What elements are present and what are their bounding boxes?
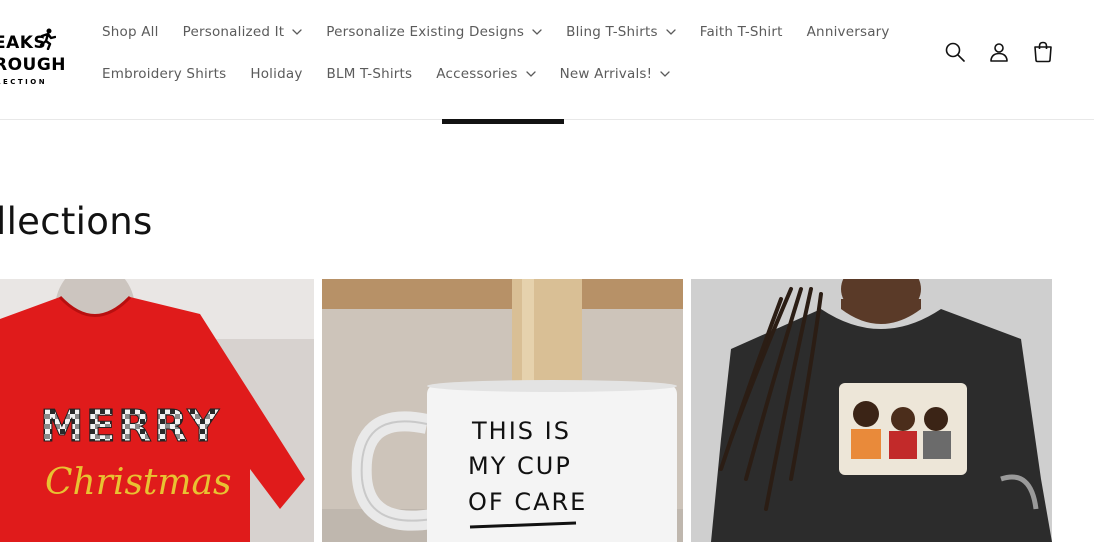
nav-row-2: Embroidery Shirts Holiday BLM T-Shirts Acce… [90,58,880,90]
nav-item-label: Accessories [436,66,518,82]
header-icons [944,40,1054,64]
chevron-down-icon [532,29,542,35]
nav-item-faith-t-shirt[interactable]: Faith T-Shirt [688,16,795,48]
nav-item-label: Personalize Existing Designs [326,24,525,40]
nav-item-bling-t-shirts[interactable]: Bling T-Shirts [554,16,688,48]
search-icon [945,42,965,62]
chevron-down-icon [292,29,302,35]
merry-christmas-shirt-image: MERRY Christmas [0,279,314,542]
nav-item-shop-all[interactable]: Shop All [90,16,171,48]
chevron-down-icon [660,71,670,77]
chevron-down-icon [666,29,676,35]
cart-button[interactable] [1032,40,1054,64]
graphic-tee-image [691,279,1052,542]
nav-item-label: New Arrivals! [559,66,653,82]
logo-line-3: LECTION [0,78,48,86]
nav-item-new-arrivals[interactable]: New Arrivals! [548,58,683,90]
mug-text-line-3: OF CARE [468,488,587,516]
chevron-down-icon [525,71,536,77]
collection-card-graphic-tee[interactable] [691,279,1052,542]
nav-item-anniversary[interactable]: Anniversary [795,16,902,48]
nav-item-holiday[interactable]: Holiday [238,58,314,90]
nav-item-label: Holiday [250,66,303,82]
logo-line-2: ROUGH [0,55,64,75]
nav-item-accessories[interactable]: Accessories [424,58,547,90]
nav-item-label: Bling T-Shirts [566,24,658,40]
nav-item-personalize-existing-designs[interactable]: Personalize Existing Designs [314,16,554,48]
nav-row-1: Shop All Personalized It Personalize Exist… [90,16,889,48]
shirt-text-line-1: MERRY [40,401,221,452]
mug-text-line-2: MY CUP [468,452,572,480]
shirt-text-line-2: Christmas [45,462,231,503]
nav-item-label: Anniversary [806,24,890,40]
collections-heading: llections [0,200,153,243]
account-icon [990,43,1008,62]
nav-item-label: Personalized It [182,24,285,40]
main-navigation: Shop All Personalized It Personalize Exist… [90,16,889,100]
cup-of-care-mug-image: THIS IS MY CUP OF CARE [322,279,683,542]
runner-icon [39,28,56,50]
nav-item-label: BLM T-Shirts [326,66,413,82]
search-button[interactable] [944,40,966,64]
store-logo[interactable]: EAKS ROUGH LECTION [0,26,64,90]
nav-item-label: Embroidery Shirts [102,66,227,82]
nav-item-label: Faith T-Shirt [699,24,783,40]
nav-item-blm-t-shirts[interactable]: BLM T-Shirts [315,58,425,90]
collection-card-mug[interactable]: THIS IS MY CUP OF CARE [322,279,683,542]
nav-item-embroidery-shirts[interactable]: Embroidery Shirts [90,58,238,90]
mug-text-line-1: THIS IS [471,417,571,445]
account-button[interactable] [988,40,1010,64]
cart-icon [1034,41,1052,63]
slider-active-indicator [442,119,564,124]
collection-card-merry-christmas[interactable]: MERRY Christmas [0,279,314,542]
site-header: EAKS ROUGH LECTION Shop All Personalized … [0,0,1094,120]
nav-item-personalized-it[interactable]: Personalized It [171,16,315,48]
nav-item-label: Shop All [102,24,159,40]
